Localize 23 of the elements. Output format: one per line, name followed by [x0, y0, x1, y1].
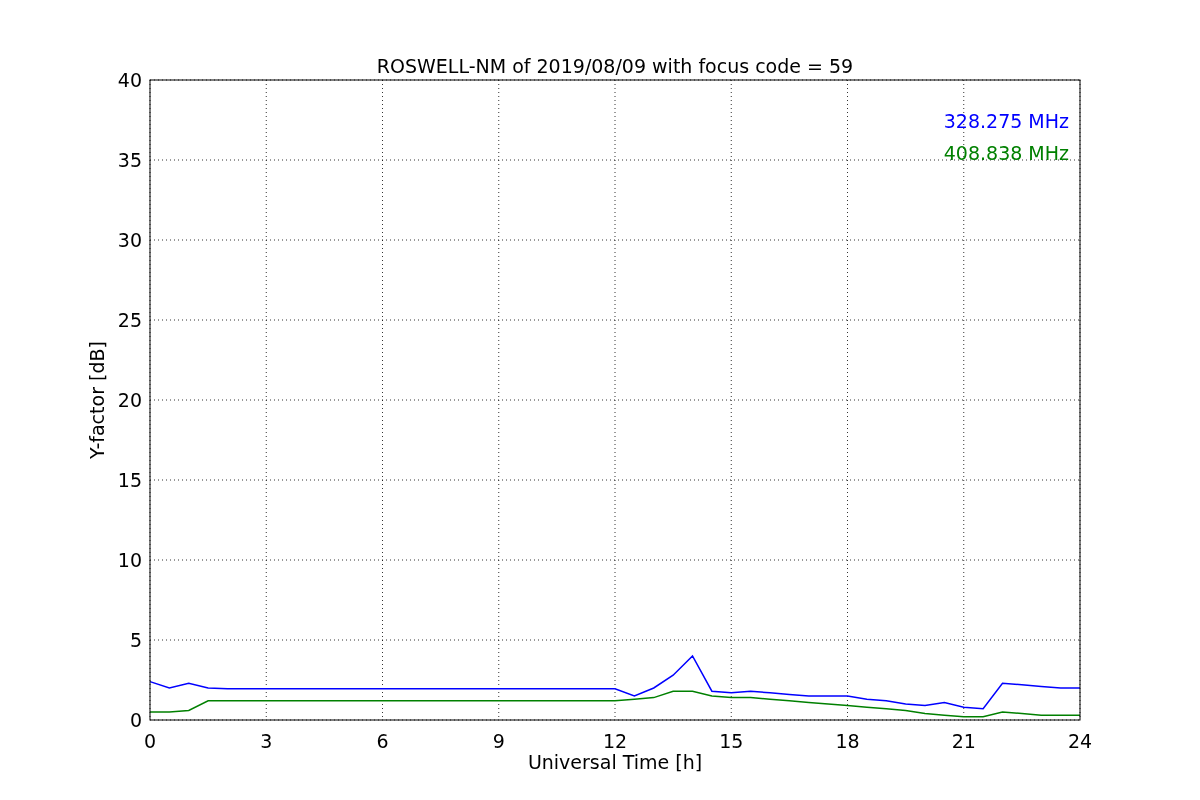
x-tick-label: 15 [719, 730, 744, 752]
y-tick-label: 40 [117, 69, 142, 91]
x-tick-label: 0 [143, 730, 157, 752]
y-tick-label: 35 [117, 149, 142, 171]
x-tick-label: 9 [492, 730, 505, 752]
y-tick-label: 30 [117, 229, 142, 251]
x-tick-label: 21 [951, 730, 976, 752]
y-tick-label: 10 [117, 549, 142, 571]
chart-title: ROSWELL-NM of 2019/08/09 with focus code = 59 [376, 55, 854, 77]
x-tick-label: 6 [376, 730, 389, 752]
x-tick-label: 3 [260, 730, 273, 752]
y-tick-label: 20 [117, 389, 142, 411]
y-tick-label: 25 [117, 309, 142, 331]
y-tick-label: 0 [129, 709, 142, 731]
legend-label: 408.838 MHz [943, 142, 1069, 164]
x-tick-label: 18 [835, 730, 860, 752]
x-tick-label: 24 [1067, 730, 1093, 752]
legend-label: 328.275 MHz [943, 110, 1069, 132]
x-tick-label: 12 [602, 730, 628, 752]
y-tick-label: 5 [129, 629, 142, 651]
x-axis-label: Universal Time [h] [527, 751, 703, 773]
y-tick-label: 15 [117, 469, 142, 491]
y-axis-label: Y-factor [dB] [86, 341, 108, 459]
